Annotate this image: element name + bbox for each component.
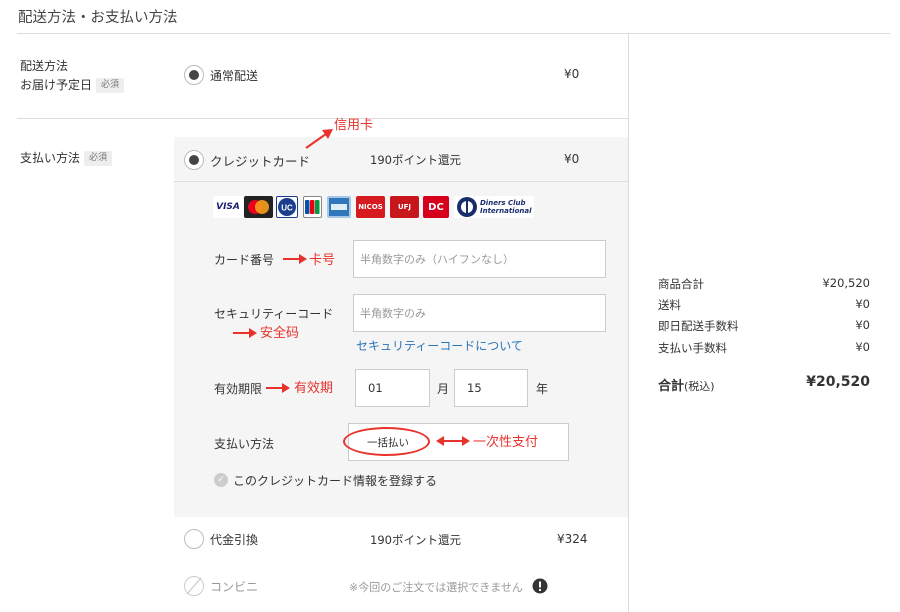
expiry-year-input[interactable]: 15 xyxy=(454,369,528,407)
security-code-annotation: 安全码 xyxy=(260,326,300,341)
check-icon: ✓ xyxy=(217,475,225,485)
diners-logo-text: Diners Club International xyxy=(480,199,532,215)
delivery-standard-radio[interactable] xyxy=(184,65,204,85)
summary-total-tax: (税込) xyxy=(684,380,715,393)
cod-price: ¥324 xyxy=(557,532,588,546)
arrow-right-icon xyxy=(283,254,307,264)
notice-info-icon[interactable] xyxy=(532,578,548,598)
summary-total-text: 合計 xyxy=(658,379,685,394)
credit-card-header-divider xyxy=(174,181,628,182)
card-number-annotation-arrow xyxy=(283,251,307,270)
payment-label-text: 支払い方法 xyxy=(20,151,81,165)
arrow-right-icon xyxy=(266,383,290,393)
summary-subtotal-label: 商品合計 xyxy=(658,277,704,291)
jcb-icon xyxy=(305,200,320,214)
page-title: 配送方法・お支払い方法 xyxy=(18,10,178,26)
summary-divider xyxy=(628,34,629,612)
credit-card-annotation-arrow xyxy=(304,128,334,154)
card-number-annotation: 卡号 xyxy=(309,253,336,268)
delivery-standard-label[interactable]: 通常配送 xyxy=(210,67,258,84)
save-card-label[interactable]: このクレジットカード情報を登録する xyxy=(233,472,437,489)
security-code-label: セキュリティーコード xyxy=(214,307,334,321)
arrow-up-right-icon xyxy=(305,129,333,149)
expiry-label: 有効期限 xyxy=(214,382,263,396)
delivery-standard-price: ¥0 xyxy=(564,67,580,81)
installment-label: 支払い方法 xyxy=(214,437,275,451)
mastercard-logo xyxy=(244,196,273,218)
summary-shipping-value: ¥0 xyxy=(855,297,870,311)
ufj-logo: UFJ xyxy=(390,196,419,218)
expiry-year-unit: 年 xyxy=(536,382,549,396)
summary-sameday-value: ¥0 xyxy=(855,318,870,332)
summary-payment-fee-value: ¥0 xyxy=(855,340,870,354)
summary-shipping-label: 送料 xyxy=(658,298,681,312)
title-divider xyxy=(17,33,890,34)
delivery-label-line2: お届け予定日 xyxy=(20,78,93,92)
diners-logo: Diners Club International xyxy=(454,196,534,218)
payment-required-badge: 必須 xyxy=(84,151,113,166)
uc-icon: UC xyxy=(278,198,296,216)
jcb-logo xyxy=(303,196,322,218)
nicos-logo: NICOS xyxy=(356,196,385,218)
expiry-month-unit: 月 xyxy=(437,382,450,396)
credit-card-price: ¥0 xyxy=(564,152,580,166)
card-number-input[interactable]: 半角数字のみ（ハイフンなし） xyxy=(353,240,606,278)
installment-value: 一括払い xyxy=(367,437,409,449)
uc-logo: UC xyxy=(276,196,298,218)
delivery-label: 配送方法 お届け予定日 必須 xyxy=(20,57,125,95)
delivery-divider xyxy=(17,118,628,119)
save-card-checkbox[interactable]: ✓ xyxy=(214,473,228,487)
visa-logo: VISA xyxy=(213,196,243,218)
cod-points: 190ポイント還元 xyxy=(370,533,461,547)
summary-payment-fee-label: 支払い手数料 xyxy=(658,341,727,355)
mastercard-icon xyxy=(248,200,269,214)
convenience-notice: ※今回のご注文では選択できません xyxy=(349,581,523,594)
security-code-annotation-arrow xyxy=(233,325,257,344)
amex-logo xyxy=(327,196,351,218)
installment-annotation: 一次性支付 xyxy=(473,435,539,450)
delivery-required-badge: 必須 xyxy=(96,78,125,93)
diners-icon xyxy=(457,197,477,217)
cod-label[interactable]: 代金引換 xyxy=(210,531,258,548)
payment-label: 支払い方法 必須 xyxy=(20,149,113,168)
double-arrow-icon xyxy=(436,436,470,446)
svg-text:UC: UC xyxy=(281,204,293,213)
expiry-annotation-arrow xyxy=(266,380,290,399)
delivery-label-line1: 配送方法 xyxy=(20,59,69,73)
credit-card-points: 190ポイント還元 xyxy=(370,153,461,167)
security-code-input[interactable]: 半角数字のみ xyxy=(353,294,606,332)
expiry-month-input[interactable]: 01 xyxy=(355,369,430,407)
exclamation-icon xyxy=(532,578,548,594)
card-number-label: カード番号 xyxy=(214,253,275,267)
arrow-right-icon xyxy=(233,328,257,338)
disabled-circle-icon xyxy=(184,576,204,596)
summary-total-value: ¥20,520 xyxy=(806,374,870,390)
credit-card-radio[interactable] xyxy=(184,150,204,170)
cod-radio[interactable] xyxy=(184,529,204,549)
credit-card-label[interactable]: クレジットカード xyxy=(210,151,310,170)
credit-card-annotation: 信用卡 xyxy=(334,118,374,133)
dc-logo: DC xyxy=(423,196,449,218)
installment-annotation-arrow xyxy=(436,433,470,452)
security-code-help-link[interactable]: セキュリティーコードについて xyxy=(356,337,523,354)
amex-icon xyxy=(331,204,347,210)
summary-sameday-label: 即日配送手数料 xyxy=(658,319,739,333)
expiry-annotation: 有效期 xyxy=(294,381,334,396)
convenience-disabled-radio xyxy=(183,575,205,601)
summary-total-label: 合計(税込) xyxy=(658,375,715,394)
convenience-label: コンビニ xyxy=(210,580,259,594)
summary-subtotal-value: ¥20,520 xyxy=(822,276,870,290)
